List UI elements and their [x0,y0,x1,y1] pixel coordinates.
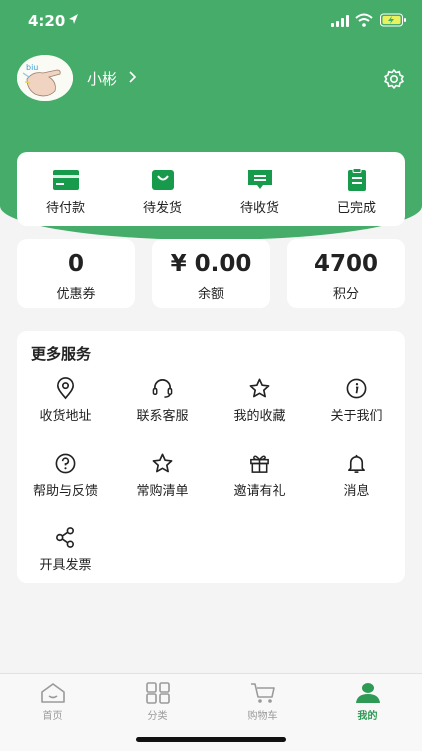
share-icon [56,527,74,548]
order-completed[interactable]: 已完成 [308,152,405,226]
bell-icon [348,454,365,473]
settings-gear-icon[interactable] [383,68,405,90]
service-frequent-list[interactable]: 常购清单 [114,452,211,502]
tab-label: 首页 [42,711,63,722]
clipboard-icon [348,168,366,191]
username[interactable]: 小彬 [87,68,117,89]
service-label: 消息 [343,484,370,499]
tab-label: 分类 [147,711,168,722]
card-icon [53,170,79,190]
order-pending-shipment[interactable]: 待发货 [114,152,211,226]
status-time: 4:20 [28,12,66,30]
home-icon [41,683,65,703]
avatar-text: biu [26,63,38,72]
stat-points[interactable]: 4700 积分 [287,239,405,308]
tab-mine[interactable]: 我的 [315,674,420,730]
order-label: 待发货 [142,201,182,216]
service-label: 常购清单 [136,484,189,499]
service-label: 收货地址 [39,409,92,424]
headset-icon [152,379,173,398]
home-indicator [136,737,286,742]
stat-value: 0 [67,251,84,277]
service-address[interactable]: 收货地址 [17,377,114,427]
battery-charging-icon [380,13,406,27]
avatar[interactable]: biu [17,55,73,101]
service-customer-support[interactable]: 联系客服 [114,377,211,427]
service-label: 关于我们 [330,409,383,424]
tab-category[interactable]: 分类 [105,674,210,730]
star-icon [249,378,270,398]
order-status-card: 待付款 待发货 待收货 已完成 [17,152,405,226]
tab-cart[interactable]: 购物车 [210,674,315,730]
tab-label: 购物车 [247,711,278,722]
service-about-us[interactable]: 关于我们 [308,377,405,427]
service-label: 我的收藏 [233,409,286,424]
avatar-hand-icon: biu [17,55,73,101]
cellular-signal-icon [331,15,349,27]
order-label: 已完成 [336,201,376,216]
stat-value: ¥ 0.00 [170,251,252,277]
message-box-icon [248,170,272,189]
question-icon [55,453,76,474]
tab-label: 我的 [357,711,378,722]
info-icon [346,378,367,399]
order-label: 待付款 [45,201,85,216]
service-label: 邀请有礼 [233,484,286,499]
star-outline-icon [152,453,173,473]
service-favorites[interactable]: 我的收藏 [211,377,308,427]
shopping-bag-icon [152,170,174,190]
service-invite-gift[interactable]: 邀请有礼 [211,452,308,502]
service-issue-invoice[interactable]: 开具发票 [17,526,114,576]
wifi-icon [355,13,373,27]
more-services-card: 更多服务 收货地址 联系客服 我的收藏 关于我们 帮助与反馈 常购清单 邀请有礼… [17,331,405,583]
stat-label: 余额 [197,287,224,302]
user-icon [356,683,380,703]
status-bar: 4:20 [0,0,422,44]
service-help-feedback[interactable]: 帮助与反馈 [17,452,114,502]
location-pin-icon [57,377,74,400]
service-label: 开具发票 [39,558,92,573]
stat-label: 积分 [332,287,359,302]
services-title: 更多服务 [31,345,92,363]
stat-coupons[interactable]: 0 优惠券 [17,239,135,308]
order-label: 待收货 [239,201,279,216]
tab-home[interactable]: 首页 [0,674,105,730]
chevron-right-icon[interactable] [128,70,138,84]
location-arrow-icon [69,14,78,24]
stat-balance[interactable]: ¥ 0.00 余额 [152,239,270,308]
order-pending-receipt[interactable]: 待收货 [211,152,308,226]
cart-icon [251,683,275,703]
service-messages[interactable]: 消息 [308,452,405,502]
gift-icon [250,455,269,473]
service-label: 帮助与反馈 [32,484,98,499]
service-label: 联系客服 [136,409,189,424]
stat-label: 优惠券 [56,287,96,302]
order-pending-payment[interactable]: 待付款 [17,152,114,226]
grid-icon [146,682,170,704]
stat-value: 4700 [313,251,378,277]
